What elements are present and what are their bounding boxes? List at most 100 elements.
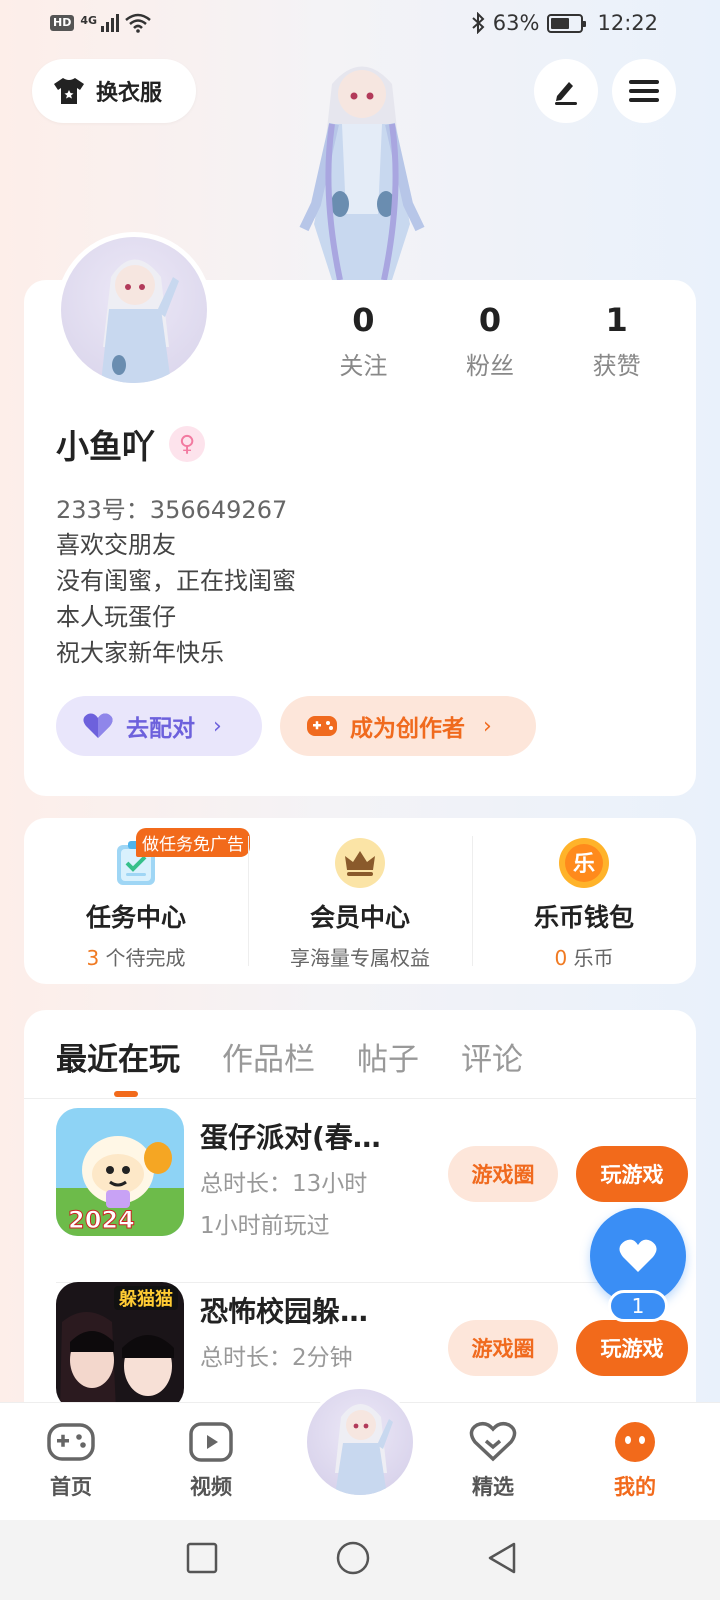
favorite-count: 1 bbox=[608, 1290, 668, 1322]
game-duration: 总时长：13小时 bbox=[200, 1171, 368, 1197]
coin-char: 乐 bbox=[573, 852, 595, 877]
thumb-text: 躲猫猫 bbox=[119, 1288, 173, 1310]
avatar-image bbox=[335, 1404, 393, 1495]
pair-button[interactable]: 去配对 › bbox=[56, 696, 262, 756]
task-center-title: 任务中心 bbox=[85, 903, 186, 932]
stat-label: 关注 bbox=[339, 352, 388, 380]
wallet[interactable]: 乐 乐币钱包 0 乐币 bbox=[472, 818, 696, 984]
creator-label: 成为创作者 bbox=[350, 716, 465, 742]
menu-button[interactable] bbox=[612, 59, 676, 123]
back-icon[interactable] bbox=[486, 1541, 518, 1575]
game-circle-button[interactable]: 游戏圈 bbox=[448, 1146, 558, 1202]
stat-value: 0 bbox=[352, 301, 375, 339]
game-duration: 总时长：2分钟 bbox=[200, 1345, 353, 1371]
ad-free-badge: 做任务免广告 bbox=[136, 828, 250, 857]
game-title: 恐怖校园躲… bbox=[200, 1295, 369, 1328]
task-center-sub: 3 个待完成 bbox=[86, 946, 186, 970]
nav-label: 我的 bbox=[614, 1475, 656, 1499]
vip-center-sub: 享海量专属权益 bbox=[290, 946, 430, 970]
video-icon bbox=[189, 1422, 233, 1462]
nav-video[interactable]: 视频 bbox=[166, 1421, 256, 1501]
play-game-button[interactable]: 玩游戏 bbox=[576, 1320, 688, 1376]
edit-button[interactable] bbox=[534, 59, 598, 123]
recent-apps-icon[interactable] bbox=[186, 1542, 218, 1574]
stat-value: 1 bbox=[605, 301, 628, 339]
profile-tabs: 最近在玩 作品栏 帖子 评论 bbox=[56, 1034, 523, 1079]
task-center[interactable]: 做任务免广告 任务中心 3 个待完成 bbox=[24, 818, 250, 984]
divider bbox=[24, 1098, 696, 1099]
wardrobe-label: 换衣服 bbox=[96, 81, 163, 106]
game-row[interactable]: 2024 蛋仔派对(春… 总时长：13小时 1小时前玩过 游戏圈 玩游戏 bbox=[56, 1108, 688, 1239]
nav-label: 首页 bbox=[50, 1475, 92, 1499]
crown-icon bbox=[333, 836, 387, 890]
nav-avatar-button[interactable] bbox=[304, 1386, 416, 1498]
tab-posts[interactable]: 帖子 bbox=[357, 1034, 419, 1079]
services-card: 做任务免广告 任务中心 3 个待完成 会员中心 享海量专属权益 乐 乐币钱包 0… bbox=[24, 818, 696, 984]
game-icon: 躲猫猫 bbox=[56, 1282, 184, 1410]
play-game-button[interactable]: 玩游戏 bbox=[576, 1146, 688, 1202]
username-row: 小鱼吖 ♀ bbox=[56, 420, 205, 468]
stat-label: 粉丝 bbox=[466, 352, 514, 380]
tab-recently-played[interactable]: 最近在玩 bbox=[56, 1034, 180, 1079]
nav-featured[interactable]: 精选 bbox=[448, 1421, 538, 1501]
avatar-character[interactable] bbox=[282, 54, 442, 280]
vip-center[interactable]: 会员中心 享海量专属权益 bbox=[248, 818, 472, 984]
bluetooth-icon bbox=[472, 12, 485, 34]
system-nav-bar bbox=[0, 1520, 720, 1600]
shirt-icon bbox=[54, 78, 84, 104]
heart-outline-icon bbox=[469, 1421, 517, 1462]
bio-line: 祝大家新年快乐 bbox=[56, 639, 224, 667]
game-circle-button[interactable]: 游戏圈 bbox=[448, 1320, 558, 1376]
bio-line: 没有闺蜜，正在找闺蜜 bbox=[56, 567, 296, 595]
game-icon: 2024 bbox=[56, 1108, 184, 1236]
nav-home[interactable]: 首页 bbox=[26, 1421, 116, 1501]
signal-icon: 4G bbox=[80, 14, 120, 32]
wifi-icon bbox=[125, 13, 151, 33]
chevron-right-icon: › bbox=[483, 713, 492, 739]
nav-label: 视频 bbox=[190, 1475, 232, 1499]
game-last-played: 1小时前玩过 bbox=[200, 1213, 330, 1239]
bio-line: 喜欢交朋友 bbox=[56, 531, 176, 559]
hamburger-icon bbox=[629, 80, 659, 102]
pencil-icon bbox=[555, 82, 577, 105]
status-bar: HD 4G 63% 12:22 bbox=[0, 0, 720, 50]
game-title: 蛋仔派对(春… bbox=[200, 1121, 381, 1154]
vip-center-title: 会员中心 bbox=[309, 903, 410, 932]
coin-icon: 乐 bbox=[557, 836, 611, 890]
chevron-right-icon: › bbox=[213, 713, 222, 739]
hd-indicator: HD bbox=[50, 15, 75, 31]
become-creator-button[interactable]: 成为创作者 › bbox=[280, 696, 536, 756]
heart-pair-icon bbox=[83, 713, 113, 738]
gamepad-icon bbox=[307, 716, 337, 736]
user-id: 233号：356649267 bbox=[56, 496, 288, 524]
wallet-title: 乐币钱包 bbox=[533, 903, 634, 932]
stat-following[interactable]: 0 关注 bbox=[300, 300, 427, 381]
face-icon bbox=[615, 1422, 655, 1462]
tab-indicator bbox=[114, 1091, 138, 1097]
nav-label: 精选 bbox=[472, 1475, 514, 1499]
stat-fans[interactable]: 0 粉丝 bbox=[427, 300, 554, 381]
profile-avatar[interactable] bbox=[56, 232, 212, 388]
stat-value: 0 bbox=[478, 301, 502, 339]
home-icon[interactable] bbox=[336, 1541, 370, 1575]
stat-label: 获赞 bbox=[592, 352, 641, 380]
wardrobe-button[interactable]: 换衣服 bbox=[32, 59, 196, 123]
clock: 12:22 bbox=[597, 11, 658, 35]
thumb-text: 2024 bbox=[68, 1206, 135, 1234]
username: 小鱼吖 bbox=[56, 427, 155, 466]
tab-comments[interactable]: 评论 bbox=[461, 1034, 523, 1079]
nav-me[interactable]: 我的 bbox=[590, 1421, 680, 1501]
pair-label: 去配对 bbox=[126, 716, 195, 742]
wallet-sub: 0 乐币 bbox=[554, 946, 614, 970]
profile-stats: 0 关注 0 粉丝 1 获赞 bbox=[300, 300, 680, 381]
bio: 喜欢交朋友 没有闺蜜，正在找闺蜜 本人玩蛋仔 祝大家新年快乐 bbox=[56, 527, 296, 671]
activity-card: 最近在玩 作品栏 帖子 评论 2024 蛋仔派对(春… 总时长：13小时 1小时… bbox=[24, 1010, 696, 1430]
tab-works[interactable]: 作品栏 bbox=[222, 1034, 315, 1079]
bio-line: 本人玩蛋仔 bbox=[56, 603, 176, 631]
gamepad-icon bbox=[47, 1423, 95, 1461]
stat-likes[interactable]: 1 获赞 bbox=[553, 300, 680, 381]
battery-icon bbox=[547, 13, 587, 33]
battery-percent: 63% bbox=[492, 11, 540, 35]
female-icon: ♀ bbox=[169, 426, 205, 462]
avatar-image bbox=[101, 259, 179, 383]
